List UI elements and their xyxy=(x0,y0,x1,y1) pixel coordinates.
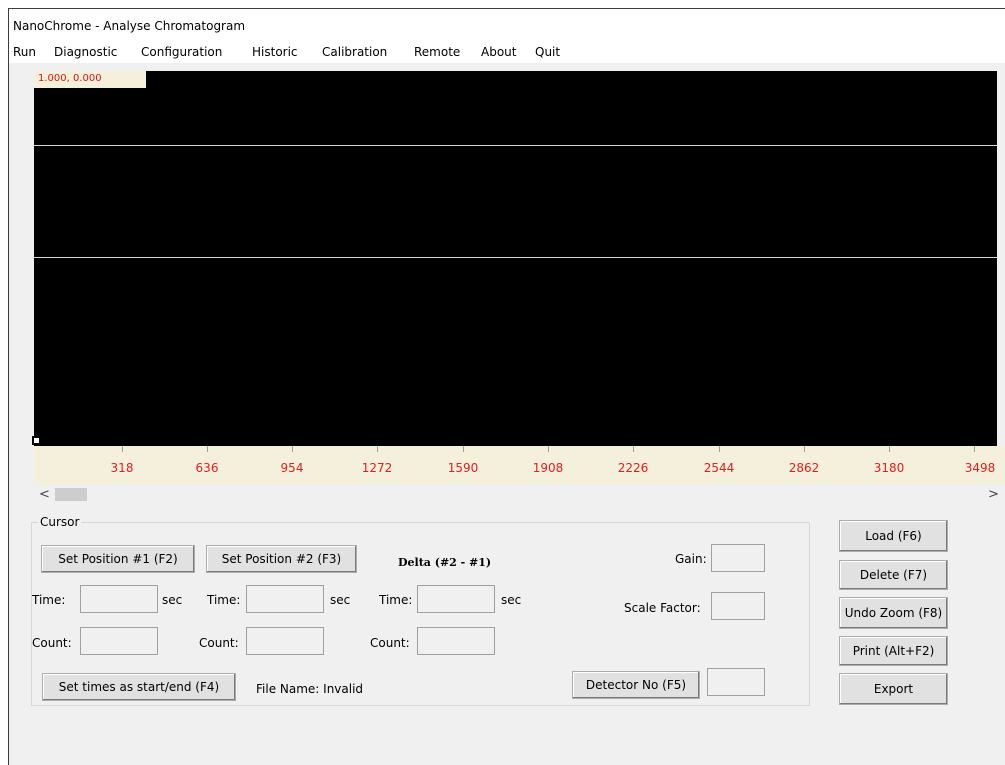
count-label-2: Count: xyxy=(199,636,239,650)
x-tick-label: 1590 xyxy=(447,461,479,475)
cursor-group: Cursor Set Position #1 (F2) Set Position… xyxy=(31,515,810,706)
window-title: NanoChrome - Analyse Chromatogram xyxy=(13,19,246,33)
export-button[interactable]: Export xyxy=(839,673,948,705)
count-label-1: Count: xyxy=(32,636,72,650)
sec-label-delta: sec xyxy=(501,593,522,607)
scale-factor-label: Scale Factor: xyxy=(624,601,701,615)
x-tick-label: 318 xyxy=(110,461,134,475)
detector-no-button[interactable]: Detector No (F5) xyxy=(572,671,700,699)
delta-title: Delta (#2 - #1) xyxy=(398,556,492,569)
x-tick xyxy=(974,446,975,452)
time-field-2[interactable] xyxy=(246,585,324,613)
set-position-1-button[interactable]: Set Position #1 (F2) xyxy=(41,545,195,573)
delete-button[interactable]: Delete (F7) xyxy=(839,560,948,590)
app-window: NanoChrome - Analyse Chromatogram Run Di… xyxy=(8,8,1005,765)
menu-quit[interactable]: Quit xyxy=(535,45,560,59)
x-tick-label: 2862 xyxy=(788,461,820,475)
gain-label: Gain: xyxy=(675,552,707,566)
x-tick xyxy=(463,446,464,452)
cursor-group-title: Cursor xyxy=(38,515,82,529)
title-bar: NanoChrome - Analyse Chromatogram xyxy=(9,9,1005,41)
x-tick xyxy=(889,446,890,452)
scrollbar-thumb[interactable] xyxy=(55,488,87,501)
time-field-1[interactable] xyxy=(80,585,158,613)
x-tick xyxy=(122,446,123,452)
set-times-button[interactable]: Set times as start/end (F4) xyxy=(42,673,236,701)
time-label-2: Time: xyxy=(207,593,241,607)
x-tick xyxy=(207,446,208,452)
menu-historic[interactable]: Historic xyxy=(252,45,298,59)
menu-diagnostic[interactable]: Diagnostic xyxy=(54,45,117,59)
x-tick-label: 1272 xyxy=(361,461,393,475)
x-tick xyxy=(633,446,634,452)
x-tick xyxy=(548,446,549,452)
delta-time-field[interactable] xyxy=(417,585,495,613)
scroll-left-icon[interactable]: < xyxy=(39,487,50,502)
print-button[interactable]: Print (Alt+F2) xyxy=(839,636,948,666)
menu-run[interactable]: Run xyxy=(13,45,36,59)
x-tick xyxy=(719,446,720,452)
x-tick-label: 2226 xyxy=(617,461,649,475)
sec-label-1: sec xyxy=(162,593,183,607)
x-tick xyxy=(292,446,293,452)
count-field-1[interactable] xyxy=(80,627,158,655)
coordinate-readout: 1.000, 0.000 xyxy=(34,71,146,88)
chromatogram-plot[interactable]: 1.000, 0.000 xyxy=(32,71,997,446)
time-label-delta: Time: xyxy=(379,593,413,607)
x-tick-label: 636 xyxy=(195,461,219,475)
scale-factor-field[interactable] xyxy=(711,592,765,620)
load-button[interactable]: Load (F6) xyxy=(839,520,948,552)
set-position-2-button[interactable]: Set Position #2 (F3) xyxy=(206,545,357,573)
x-tick-label: 954 xyxy=(280,461,304,475)
count-field-2[interactable] xyxy=(246,627,324,655)
time-label-1: Time: xyxy=(32,593,66,607)
x-tick-label: 2544 xyxy=(703,461,735,475)
delta-count-field[interactable] xyxy=(417,627,495,655)
x-tick-label: 3180 xyxy=(873,461,905,475)
x-tick xyxy=(804,446,805,452)
file-name-label: File Name: Invalid xyxy=(256,682,364,696)
reference-line-upper xyxy=(34,145,997,146)
x-tick-label: 3498 xyxy=(964,461,996,475)
gain-field[interactable] xyxy=(711,544,765,572)
horizontal-scrollbar[interactable]: < > xyxy=(34,486,1005,503)
menu-calibration[interactable]: Calibration xyxy=(322,45,387,59)
x-tick xyxy=(377,446,378,452)
count-label-delta: Count: xyxy=(370,636,410,650)
cursor-marker-icon[interactable] xyxy=(32,436,41,445)
scroll-right-icon[interactable]: > xyxy=(988,487,999,502)
undo-zoom-button[interactable]: Undo Zoom (F8) xyxy=(839,597,948,629)
x-tick-label: 1908 xyxy=(532,461,564,475)
menu-configuration[interactable]: Configuration xyxy=(141,45,222,59)
detector-no-field[interactable] xyxy=(707,668,765,696)
menu-remote[interactable]: Remote xyxy=(414,45,460,59)
reference-line-lower xyxy=(34,257,997,258)
menu-about[interactable]: About xyxy=(481,45,516,59)
sec-label-2: sec xyxy=(330,593,351,607)
x-axis: 318 636 954 1272 1590 1908 2226 2544 286… xyxy=(34,446,1005,485)
menu-bar: Run Diagnostic Configuration Historic Ca… xyxy=(9,41,1005,63)
